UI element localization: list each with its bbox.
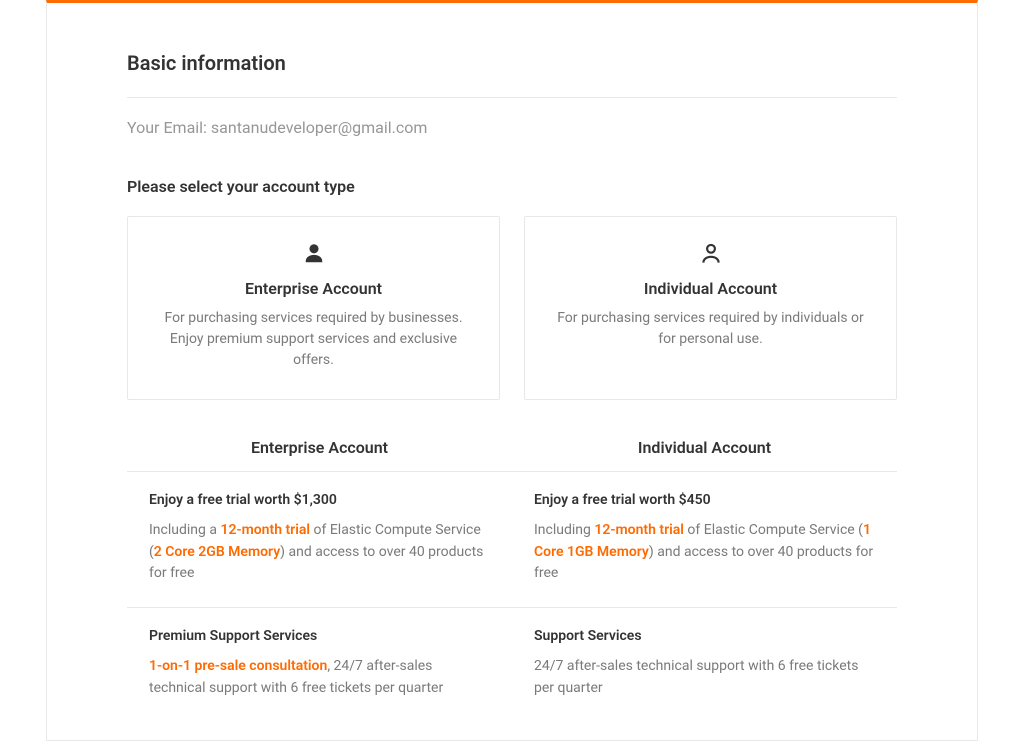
account-type-cards: Enterprise Account For purchasing servic…	[127, 216, 897, 400]
individual-support-cell: Support Services 24/7 after-sales techni…	[512, 608, 897, 721]
enterprise-support-head: Premium Support Services	[149, 628, 490, 644]
individual-trial-cell: Enjoy a free trial worth $450 Including …	[512, 472, 897, 607]
enterprise-trial-cell: Enjoy a free trial worth $1,300 Includin…	[127, 472, 512, 607]
individual-support-head: Support Services	[534, 628, 875, 644]
individual-card-desc: For purchasing services required by indi…	[549, 308, 872, 350]
individual-trial-head: Enjoy a free trial worth $450	[534, 492, 875, 508]
highlight: 1-on-1 pre-sale consultation	[149, 658, 327, 674]
individual-trial-body: Including 12-month trial of Elastic Comp…	[534, 520, 875, 585]
highlight: 12-month trial	[220, 522, 310, 538]
enterprise-trial-body: Including a 12-month trial of Elastic Co…	[149, 520, 490, 585]
enterprise-trial-head: Enjoy a free trial worth $1,300	[149, 492, 490, 508]
enterprise-card-title: Enterprise Account	[152, 279, 475, 298]
enterprise-support-cell: Premium Support Services 1-on-1 pre-sale…	[127, 608, 512, 721]
email-value: santanudeveloper@gmail.com	[211, 118, 427, 137]
highlight: 2 Core 2GB Memory	[154, 544, 280, 560]
section-title: Basic information	[127, 51, 897, 75]
individual-column-header: Individual Account	[512, 438, 897, 471]
person-outline-icon	[549, 241, 872, 267]
enterprise-column: Enterprise Account Enjoy a free trial wo…	[127, 438, 512, 721]
individual-support-body: 24/7 after-sales technical support with …	[534, 656, 875, 699]
email-display: Your Email: santanudeveloper@gmail.com	[127, 118, 897, 137]
select-account-label: Please select your account type	[127, 177, 897, 196]
highlight: 12-month trial	[594, 522, 684, 538]
enterprise-column-header: Enterprise Account	[127, 438, 512, 471]
registration-form: Basic information Your Email: santanudev…	[46, 0, 978, 741]
enterprise-card-desc: For purchasing services required by busi…	[152, 308, 475, 371]
comparison-table: Enterprise Account Enjoy a free trial wo…	[127, 438, 897, 721]
enterprise-account-card[interactable]: Enterprise Account For purchasing servic…	[127, 216, 500, 400]
person-solid-icon	[152, 241, 475, 267]
individual-card-title: Individual Account	[549, 279, 872, 298]
individual-column: Individual Account Enjoy a free trial wo…	[512, 438, 897, 721]
email-label: Your Email:	[127, 118, 211, 137]
enterprise-support-body: 1-on-1 pre-sale consultation, 24/7 after…	[149, 656, 490, 699]
individual-account-card[interactable]: Individual Account For purchasing servic…	[524, 216, 897, 400]
divider	[127, 97, 897, 98]
